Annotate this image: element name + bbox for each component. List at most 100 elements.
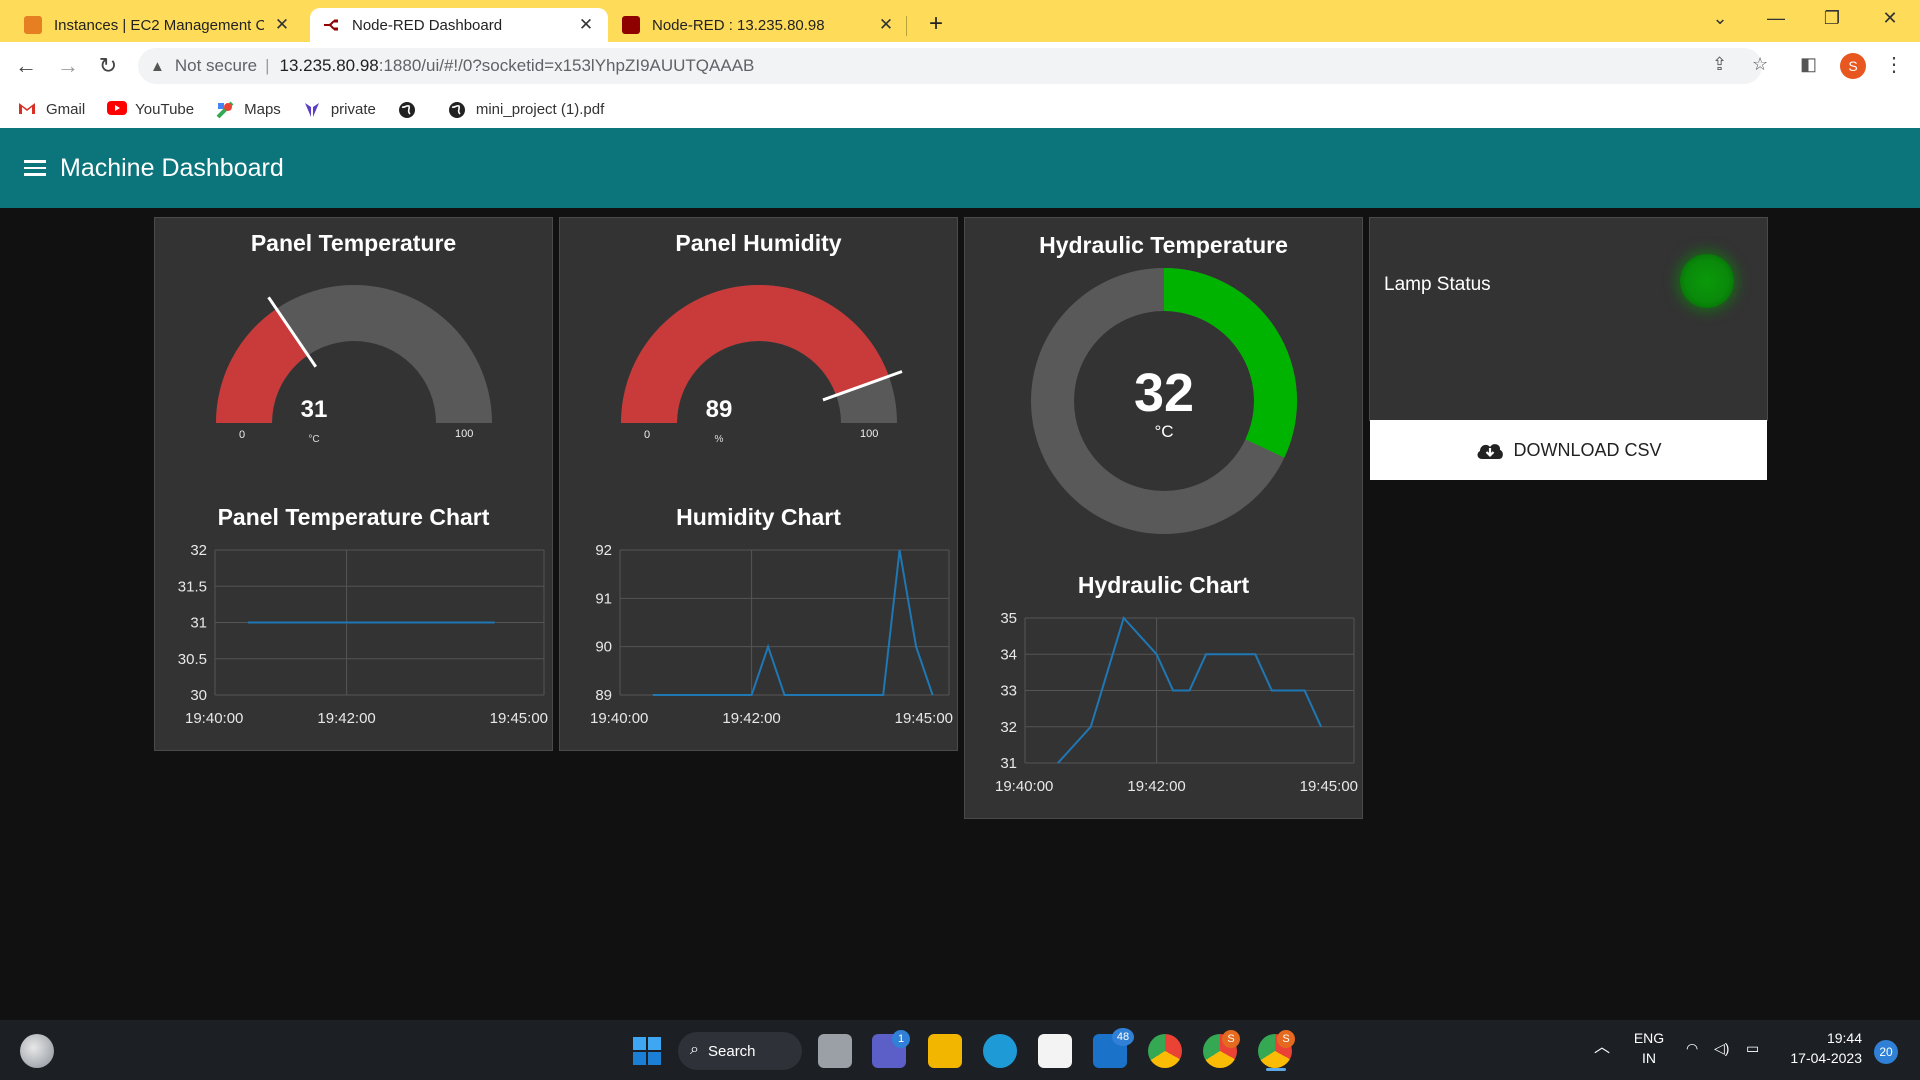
bookmark-gmail[interactable]: Gmail bbox=[18, 101, 85, 118]
gauge-unit: °C bbox=[308, 434, 320, 445]
minimize-button[interactable]: — bbox=[1756, 8, 1796, 29]
gauge-min: 0 bbox=[239, 429, 246, 441]
file-explorer-icon[interactable] bbox=[928, 1034, 962, 1068]
volume-icon[interactable]: ◁) bbox=[1714, 1038, 1729, 1058]
warning-icon[interactable]: ▲ bbox=[150, 58, 165, 75]
hydraulic-chart: 35 34 33 32 31 19:40:00 19:42:00 19:45:00 bbox=[995, 610, 1358, 795]
gauge-value: 31 bbox=[300, 396, 328, 423]
new-tab-button[interactable]: + bbox=[922, 10, 950, 38]
download-csv-button[interactable]: DOWNLOAD CSV bbox=[1370, 420, 1767, 480]
search-icon: ⌕ bbox=[690, 1041, 699, 1058]
bookmark-label: Gmail bbox=[46, 100, 86, 118]
browser-toolbar: ← → ↻ ▲ Not secure | 13.235.80.98:1880/u… bbox=[0, 42, 1920, 90]
back-button[interactable]: ← bbox=[12, 52, 40, 80]
bookmarks-bar: Gmail YouTube Maps private mini_project … bbox=[0, 90, 1920, 128]
bookmark-maps[interactable]: Maps bbox=[216, 100, 281, 119]
weather-icon[interactable] bbox=[20, 1034, 54, 1068]
forward-button[interactable]: → bbox=[54, 52, 82, 80]
x-tick-label: 19:40:00 bbox=[995, 778, 1053, 795]
gauge-max: 100 bbox=[455, 428, 474, 440]
store-icon[interactable] bbox=[1038, 1034, 1072, 1068]
download-csv-label: DOWNLOAD CSV bbox=[1513, 439, 1662, 460]
chart-title: Humidity Chart bbox=[676, 504, 841, 530]
restore-button[interactable]: ❐ bbox=[1812, 8, 1852, 29]
battery-icon[interactable]: ▭ bbox=[1746, 1038, 1759, 1058]
y-tick-label: 31 bbox=[190, 615, 207, 632]
globe-icon bbox=[448, 101, 466, 118]
youtube-icon bbox=[107, 101, 128, 117]
x-tick-label: 19:45:00 bbox=[490, 710, 548, 727]
search-label: Search bbox=[708, 1042, 756, 1060]
gauge-value: 89 bbox=[705, 396, 733, 423]
wifi-icon[interactable]: ◠ bbox=[1686, 1038, 1698, 1058]
menu-icon[interactable]: ⋮ bbox=[1884, 52, 1904, 77]
tab-title: Node-RED Dashboard bbox=[352, 16, 503, 34]
bookmark-youtube[interactable]: YouTube bbox=[107, 101, 194, 118]
tab-strip: Instances | EC2 Management Cor ✕ Node-RE… bbox=[0, 0, 1920, 42]
bookmark-globe[interactable] bbox=[398, 101, 426, 118]
task-view-icon[interactable] bbox=[818, 1034, 852, 1068]
clock-date: 17-04-2023 bbox=[1790, 1050, 1862, 1066]
region-code: IN bbox=[1642, 1050, 1656, 1066]
edge-icon[interactable] bbox=[983, 1034, 1017, 1068]
share-icon[interactable]: ⇪ bbox=[1712, 54, 1727, 75]
bookmark-label: private bbox=[330, 100, 376, 118]
x-tick-label: 19:42:00 bbox=[317, 710, 375, 727]
reload-button[interactable]: ↻ bbox=[94, 52, 122, 80]
language-indicator[interactable]: ENG IN bbox=[1632, 1028, 1666, 1068]
close-window-button[interactable]: ✕ bbox=[1870, 8, 1910, 29]
address-bar[interactable]: ▲ Not secure | 13.235.80.98:1880/ui/#!/0… bbox=[138, 48, 1762, 84]
security-label[interactable]: Not secure bbox=[175, 56, 257, 76]
hamburger-menu-icon[interactable] bbox=[24, 160, 46, 176]
url-path: :1880/ui/#!/0?socketid=x153lYhpZI9AUUTQA… bbox=[378, 56, 755, 75]
tab-ec2-instances[interactable]: Instances | EC2 Management Cor ✕ bbox=[12, 8, 304, 42]
gauge-min: 0 bbox=[644, 429, 651, 441]
url-host: 13.235.80.98 bbox=[279, 56, 379, 75]
private-icon bbox=[303, 101, 321, 117]
active-app-indicator bbox=[1266, 1068, 1286, 1071]
profile-avatar[interactable]: S bbox=[1840, 53, 1866, 79]
tab-node-red-dashboard[interactable]: Node-RED Dashboard ✕ bbox=[310, 8, 608, 42]
bookmark-label: YouTube bbox=[135, 100, 195, 118]
clock[interactable]: 19:44 17-04-2023 bbox=[1782, 1028, 1862, 1068]
side-panel-icon[interactable]: ◧ bbox=[1800, 54, 1817, 75]
y-tick-label: 33 bbox=[1000, 683, 1017, 700]
notification-badge[interactable]: 20 bbox=[1874, 1040, 1898, 1064]
close-icon[interactable]: ✕ bbox=[576, 15, 596, 35]
hydraulic-temperature-card: Hydraulic Temperature 32 °C Hydraulic Ch… bbox=[964, 217, 1363, 819]
y-tick-label: 30.5 bbox=[178, 651, 207, 668]
x-tick-label: 19:40:00 bbox=[590, 710, 648, 727]
lamp-status-card: Lamp Status bbox=[1369, 217, 1768, 421]
url-divider: | bbox=[265, 56, 270, 75]
mail-badge: 48 bbox=[1112, 1028, 1134, 1046]
panel-temperature-chart: 32 31.5 31 30.5 30 19:40:00 19:42:00 19:45:00 bbox=[178, 542, 548, 727]
tab-separator bbox=[906, 16, 907, 36]
node-red-icon bbox=[322, 16, 340, 34]
taskbar-search[interactable]: ⌕ Search bbox=[678, 1032, 802, 1070]
start-icon[interactable] bbox=[630, 1034, 664, 1068]
lamp-status-label: Lamp Status bbox=[1384, 274, 1491, 295]
close-icon[interactable]: ✕ bbox=[272, 15, 292, 35]
bookmark-star-icon[interactable]: ☆ bbox=[1752, 54, 1768, 75]
y-tick-label: 35 bbox=[1000, 610, 1017, 627]
bookmark-label: Maps bbox=[244, 100, 281, 118]
panel-temperature-gauge bbox=[216, 285, 492, 423]
clock-time: 19:44 bbox=[1826, 1030, 1862, 1046]
panel-temperature-card: Panel Temperature 31 °C 0 100 Panel Temp… bbox=[154, 217, 553, 751]
chrome-icon[interactable] bbox=[1148, 1034, 1182, 1068]
tab-node-red-editor[interactable]: Node-RED : 13.235.80.98 ✕ bbox=[610, 8, 908, 42]
cloud-download-icon bbox=[1478, 444, 1504, 459]
tab-search-icon[interactable]: ⌄ bbox=[1700, 8, 1740, 29]
dashboard-header: Machine Dashboard bbox=[0, 128, 1920, 208]
bookmark-mini-project-pdf[interactable]: mini_project (1).pdf bbox=[448, 101, 604, 118]
aws-icon bbox=[24, 16, 42, 34]
y-tick-label: 31 bbox=[1000, 755, 1017, 772]
lamp-led-indicator bbox=[1680, 254, 1734, 308]
close-icon[interactable]: ✕ bbox=[876, 15, 896, 35]
page-title: Machine Dashboard bbox=[60, 153, 284, 182]
panel-humidity-card: Panel Humidity 89 % 0 100 Humidity Chart… bbox=[559, 217, 958, 751]
bookmark-private[interactable]: private bbox=[303, 101, 376, 118]
donut-unit: °C bbox=[1154, 422, 1174, 441]
chevron-up-icon[interactable]: ︿ bbox=[1594, 1038, 1610, 1058]
y-tick-label: 32 bbox=[190, 542, 207, 559]
